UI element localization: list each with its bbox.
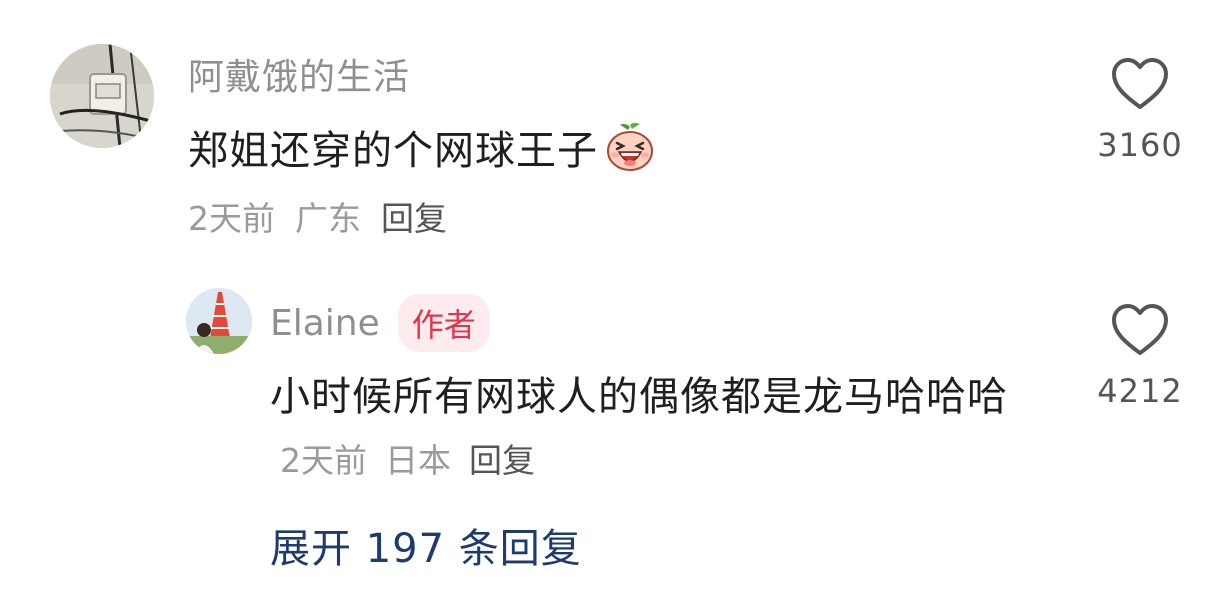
comment-text-body: 郑姐还穿的个网球王子 xyxy=(188,128,598,174)
reply-location: 日本 xyxy=(385,441,451,480)
avatar-commenter[interactable] xyxy=(50,44,154,148)
expand-replies-link[interactable]: 展开 197 条回复 xyxy=(270,516,582,574)
like-button[interactable]: 4212 xyxy=(1080,302,1200,410)
avatar-author[interactable] xyxy=(186,288,252,354)
avatar-image xyxy=(186,288,252,354)
reply-button[interactable]: 回复 xyxy=(469,441,535,480)
avatar-image xyxy=(50,44,154,148)
comment-text: 郑姐还穿的个网球王子 xyxy=(188,118,656,176)
like-button[interactable]: 3160 xyxy=(1080,56,1200,164)
heart-icon[interactable] xyxy=(1110,302,1170,358)
author-badge: 作者 xyxy=(397,294,490,352)
author-username-row: Elaine 作者 xyxy=(270,294,490,352)
like-count: 4212 xyxy=(1097,372,1183,410)
author-username[interactable]: Elaine xyxy=(270,303,380,344)
reply-text: 小时候所有网球人的偶像都是龙马哈哈哈 2天前 日本 回复 xyxy=(270,366,1030,492)
reply-text-body: 小时候所有网球人的偶像都是龙马哈哈哈 xyxy=(270,374,1008,420)
comment-meta: 2天前 广东 回复 xyxy=(188,192,447,240)
like-count: 3160 xyxy=(1097,126,1183,164)
commenter-username[interactable]: 阿戴饿的生活 xyxy=(188,48,410,100)
laughing-sticker-icon xyxy=(604,121,656,173)
reply-button[interactable]: 回复 xyxy=(381,192,447,240)
reply-meta: 2天前 日本 回复 xyxy=(280,441,553,480)
comment-time: 2天前 xyxy=(188,199,275,238)
comment-location: 广东 xyxy=(295,199,361,238)
heart-icon[interactable] xyxy=(1110,56,1170,112)
reply-time: 2天前 xyxy=(280,441,367,480)
